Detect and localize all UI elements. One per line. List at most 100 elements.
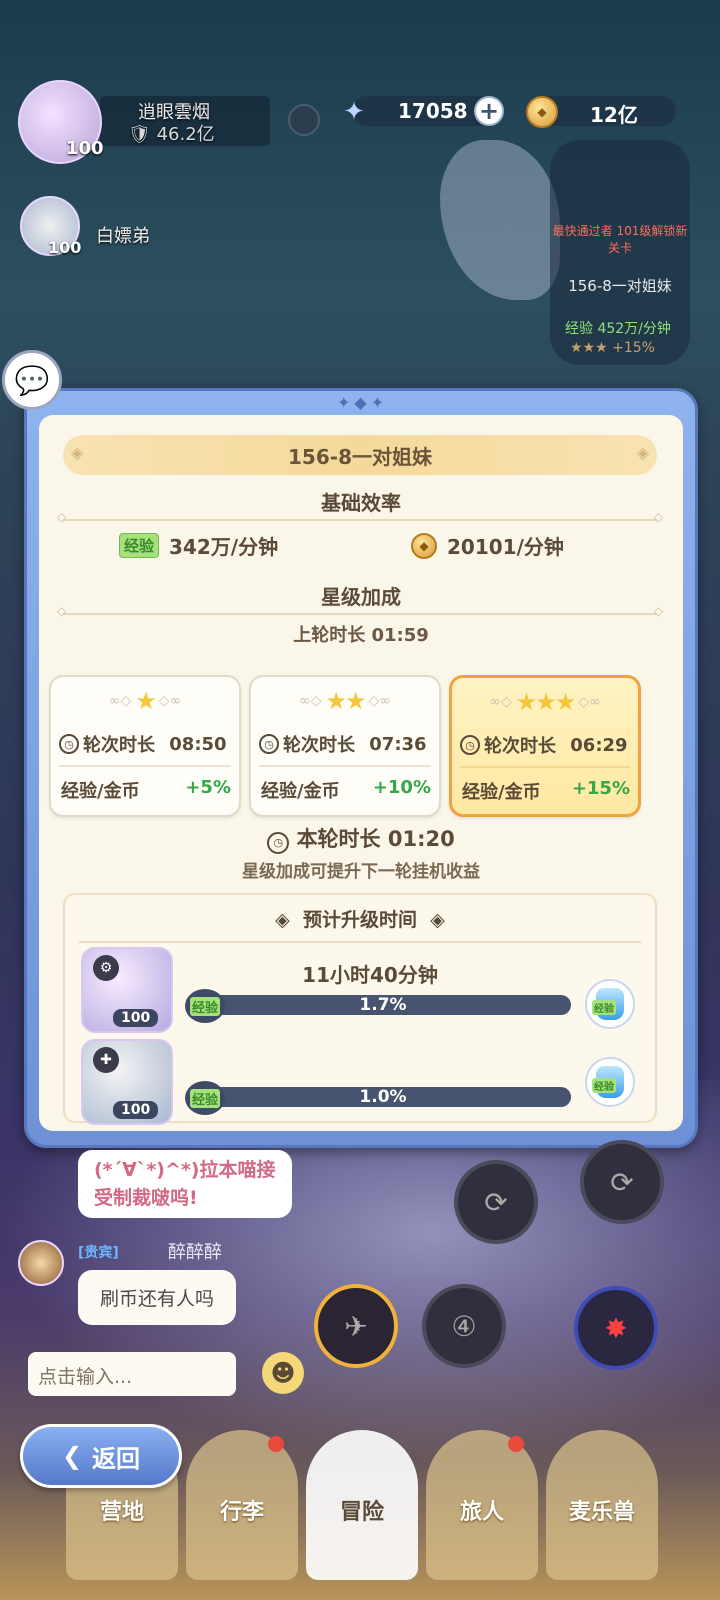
bonus-value: +15%	[571, 778, 630, 799]
exp-tag: 经验	[119, 533, 160, 558]
divider	[57, 510, 663, 524]
round-time: 06:29	[570, 734, 628, 756]
player-level: 100	[66, 138, 104, 159]
exp-potion-button[interactable]: 经验	[585, 1057, 635, 1107]
tab-travelers[interactable]: 旅人	[426, 1430, 538, 1580]
back-label: 返回	[92, 1444, 141, 1473]
tab-pets[interactable]: 麦乐兽	[546, 1430, 658, 1580]
clock-icon: ◷	[267, 831, 290, 854]
gems-value: 17058	[398, 99, 468, 123]
exp-potion-button[interactable]: 经验	[585, 979, 635, 1029]
star-icon: ★★	[325, 687, 366, 715]
bonus-row: 经验/金币 +5%	[61, 777, 231, 803]
round-time-row: ◷ 轮次时长 06:29	[460, 732, 628, 758]
star-bonus-title: 星级加成	[321, 585, 401, 609]
bonus-value: +5%	[185, 777, 231, 798]
back-button[interactable]: ❮ 返回	[20, 1424, 182, 1488]
stage-note: 最快通过者 101级解锁新关卡	[552, 224, 688, 255]
current-round: ◷ 本轮时长 01:20	[39, 823, 683, 854]
tab-label: 旅人	[459, 1500, 504, 1525]
diamond-ornament-icon: ◈	[275, 909, 290, 931]
skill-eagle-icon[interactable]: ✈	[314, 1284, 398, 1368]
card-divider	[59, 765, 231, 767]
background-ice	[440, 140, 560, 300]
tab-label: 冒险	[339, 1500, 384, 1525]
back-arrow-icon: ❮	[61, 1442, 83, 1470]
chat-user-avatar[interactable]	[18, 1240, 64, 1286]
hero-exp-percent: 1.0%	[359, 1087, 407, 1107]
exp-badge: 经验	[185, 1081, 225, 1115]
stage-bonus: +15%	[612, 340, 655, 356]
round-time-row: ◷ 轮次时长 07:36	[259, 731, 427, 757]
ally-slot-icon[interactable]	[288, 104, 320, 136]
tab-label: 营地	[99, 1500, 144, 1525]
current-round-time: 01:20	[387, 827, 455, 851]
stage-title: 156-8一对姐妹	[288, 444, 432, 469]
exp-badge-label: 经验	[189, 996, 220, 1016]
hero-level: 100	[113, 1009, 159, 1027]
efficiency-modal: ✦◆✦ ◈ 156-8一对姐妹 ◈ 基础效率 经验 342万/分钟 ◆ 2010…	[24, 388, 698, 1148]
hero-exp-percent: 1.7%	[359, 995, 407, 1015]
upgrade-title-row: ◈ 预计升级时间 ◈	[65, 905, 655, 932]
skill-slot-icon[interactable]: ⟳	[580, 1140, 664, 1224]
bonus-label: 经验/金币	[261, 781, 340, 802]
stage-exp-value: 452万/分钟	[597, 321, 671, 337]
current-round-label: 本轮时长	[296, 827, 381, 851]
star-tier-2-card[interactable]: ∞◇ ★★ ◇∞ ◷ 轮次时长 07:36 经验/金币 +10%	[249, 675, 441, 817]
tab-adventure[interactable]: 冒险	[306, 1430, 418, 1580]
exp-badge: 经验	[185, 989, 225, 1023]
gold-rate-value: 20101/分钟	[447, 535, 564, 559]
star-tier-stars: ∞◇ ★ ◇∞	[108, 687, 182, 715]
skill-slot-icon[interactable]: ④	[422, 1284, 506, 1368]
bonus-row: 经验/金币 +15%	[462, 778, 630, 804]
notification-dot	[268, 1436, 284, 1452]
hero-portrait[interactable]: ⚙ 100	[81, 947, 173, 1033]
bonus-label: 经验/金币	[462, 782, 541, 803]
stage-exp-rate: 经验 452万/分钟	[565, 318, 671, 338]
upgrade-estimate-box: ◈ 预计升级时间 ◈ ⚙ 100 11小时40分钟 1.7% 经验 经验 ✚ 1…	[63, 893, 657, 1125]
hero-exp-bar: 1.7%	[195, 995, 571, 1015]
tab-label: 行李	[219, 1500, 264, 1525]
hero-eta: 11小时40分钟	[302, 963, 438, 987]
hero-exp-bar: 1.0%	[195, 1087, 571, 1107]
round-label: 轮次时长	[484, 736, 556, 757]
chat-input[interactable]: 点击输入...	[28, 1352, 236, 1396]
star-tier-stars: ∞◇ ★★ ◇∞	[299, 687, 391, 715]
card-divider	[460, 766, 630, 768]
card-divider	[259, 765, 431, 767]
emoji-icon[interactable]: ☻	[262, 1352, 304, 1394]
add-gems-button[interactable]: +	[474, 96, 504, 126]
stage-card[interactable]: 最快通过者 101级解锁新关卡 156-8一对姐妹 经验 452万/分钟 ★★★…	[550, 140, 690, 365]
exp-potion-icon: 经验	[592, 988, 624, 1020]
exp-badge-label: 经验	[189, 1088, 220, 1108]
potion-label: 经验	[592, 1078, 616, 1093]
stage-stars-bonus: ★★★ +15%	[570, 340, 655, 356]
player-power: 🛡 46.2亿	[128, 124, 215, 145]
stage-stars: ★★★	[570, 340, 608, 356]
skill-spider-icon[interactable]: ✸	[574, 1286, 658, 1370]
tab-bag[interactable]: 行李	[186, 1430, 298, 1580]
exp-rate-value: 342万/分钟	[169, 535, 279, 559]
upgrade-title: 预计升级时间	[302, 909, 417, 931]
round-time-row: ◷ 轮次时长 08:50	[59, 731, 227, 757]
last-round: 上轮时长 01:59	[39, 621, 683, 647]
gold-value: 12亿	[590, 103, 638, 127]
gold-coin-icon: ◆	[411, 532, 437, 559]
bonus-row: 经验/金币 +10%	[261, 777, 431, 803]
chat-bubble-icon[interactable]: 💬	[2, 350, 62, 410]
hero-class-icon: ⚙	[93, 955, 119, 981]
ribbon-left-ornament: ◈	[71, 443, 84, 462]
star-tier-1-card[interactable]: ∞◇ ★ ◇∞ ◷ 轮次时长 08:50 经验/金币 +5%	[49, 675, 241, 817]
modal-top-ornament: ✦◆✦	[337, 393, 389, 412]
ally-level: 100	[48, 238, 82, 257]
star-tier-3-card[interactable]: ∞◇ ★★★ ◇∞ ◷ 轮次时长 06:29 经验/金币 +15%	[449, 675, 641, 817]
skill-slot-icon[interactable]: ⟳	[454, 1160, 538, 1244]
star-icon: ★★★	[515, 688, 577, 716]
vip-tag: [贵宾]	[78, 1245, 119, 1261]
stage-title-ribbon: ◈ 156-8一对姐妹 ◈	[63, 435, 657, 475]
hero-portrait[interactable]: ✚ 100	[81, 1039, 173, 1125]
diamond-ornament-icon: ◈	[430, 909, 445, 931]
round-time: 07:36	[369, 733, 427, 755]
gold-rate-row: ◆ 20101/分钟	[411, 531, 564, 560]
base-efficiency-title: 基础效率	[321, 491, 401, 515]
